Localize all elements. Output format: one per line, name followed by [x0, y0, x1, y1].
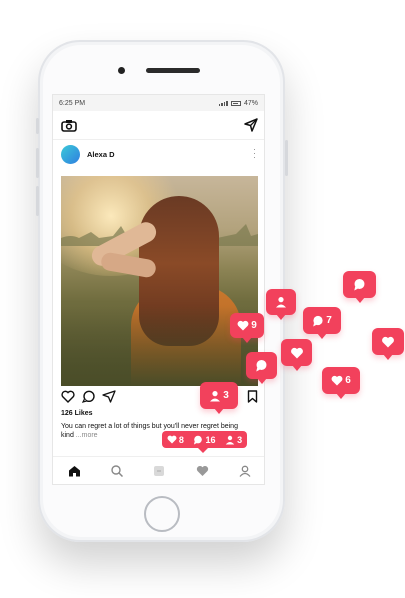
comment-icon [194, 435, 203, 444]
person-icon [225, 435, 235, 444]
post-username[interactable]: Alexa D [87, 150, 115, 159]
floating-comment-bubble-2 [343, 271, 376, 303]
floating-heart-bubble [372, 328, 404, 360]
notif-comments: 16 [193, 435, 215, 445]
caption-more-link[interactable]: ...more [76, 432, 98, 439]
notif-likes-count: 8 [178, 434, 184, 445]
activity-heart-icon[interactable] [196, 465, 209, 477]
camera-icon[interactable] [61, 119, 77, 132]
heart-icon [237, 320, 249, 331]
volume-down-button [36, 186, 39, 216]
heart-icon [382, 336, 394, 347]
mute-switch [36, 118, 39, 134]
notif-likes: 8 [167, 435, 184, 445]
floating-comment-count: 7 [326, 315, 332, 326]
search-icon[interactable] [111, 464, 124, 477]
notif-followers: 3 [225, 435, 242, 445]
earpiece-speaker [146, 68, 200, 73]
notif-comments-count: 16 [205, 434, 216, 445]
floating-follower-count: 3 [223, 390, 229, 401]
signal-icon [218, 100, 228, 106]
post-photo[interactable] [61, 176, 258, 386]
post-header: Alexa D · · · [53, 140, 264, 168]
heart-icon [290, 347, 303, 358]
notif-followers-count: 3 [237, 434, 243, 445]
floating-like-bubble: 9 [230, 313, 264, 343]
floating-comment-bubble: 7 [303, 307, 341, 339]
avatar[interactable] [61, 144, 80, 164]
phone-screen: 6:25 PM 47% Alexa D · · · 126 Likes You … [52, 94, 265, 485]
battery-icon [230, 100, 241, 106]
heart-icon [331, 375, 343, 386]
status-time: 6:25 PM [59, 99, 86, 107]
add-post-icon[interactable] [153, 465, 165, 477]
heart-icon[interactable] [61, 390, 75, 403]
app-top-bar [53, 111, 264, 140]
home-icon[interactable] [68, 465, 81, 477]
bookmark-icon[interactable] [247, 390, 258, 403]
battery-percent: 47% [243, 99, 258, 107]
comment-icon [256, 359, 267, 372]
direct-message-icon[interactable] [244, 118, 258, 132]
profile-icon[interactable] [239, 465, 251, 477]
floating-like-count: 9 [251, 320, 257, 331]
heart-icon [167, 435, 177, 444]
floating-like-bubble-2: 6 [322, 367, 360, 399]
comment-icon [313, 315, 323, 326]
status-bar: 6:25 PM 47% [53, 95, 264, 111]
floating-like-count-2: 6 [345, 375, 351, 386]
likes-count[interactable]: 126 Likes [61, 410, 93, 417]
person-icon [276, 297, 286, 308]
floating-follower-bubble [266, 289, 296, 320]
comment-icon [354, 278, 365, 291]
person-icon [210, 390, 221, 401]
grass [61, 306, 258, 386]
floating-follower-bubble-2: 3 [200, 382, 238, 414]
home-button[interactable] [144, 496, 180, 532]
volume-up-button [36, 148, 39, 178]
floating-heart-bubble-2 [281, 339, 312, 371]
bottom-nav [53, 456, 264, 484]
front-camera [118, 67, 125, 74]
floating-comment-bubble-3 [246, 352, 277, 384]
more-options-icon[interactable]: · · · [253, 145, 256, 162]
comment-icon[interactable] [82, 390, 96, 403]
share-icon[interactable] [102, 390, 116, 403]
activity-notification[interactable]: 8 16 3 [162, 431, 247, 453]
power-button [285, 140, 288, 176]
